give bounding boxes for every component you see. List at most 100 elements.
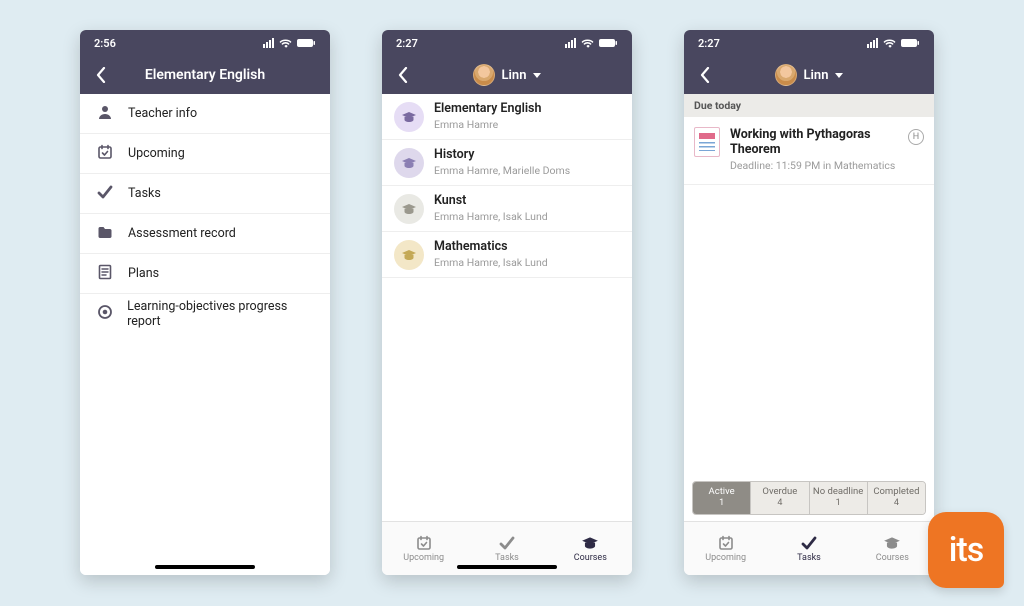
page-title: Elementary English xyxy=(80,67,330,83)
check-icon xyxy=(94,184,116,204)
calendar-icon xyxy=(415,535,433,551)
chevron-down-icon xyxy=(533,73,541,78)
menu-item-assessment[interactable]: Assessment record xyxy=(80,214,330,254)
menu-item-label: Assessment record xyxy=(128,226,236,241)
target-icon xyxy=(94,304,115,324)
section-due-today: Due today xyxy=(684,94,934,117)
course-menu: Teacher info Upcoming Tasks Assessment r… xyxy=(80,94,330,575)
menu-item-label: Plans xyxy=(128,266,159,281)
signal-icon xyxy=(564,38,577,48)
task-badge: H xyxy=(908,129,924,145)
cap-icon xyxy=(394,102,424,132)
back-button[interactable] xyxy=(88,62,114,88)
course-title: Mathematics xyxy=(434,240,548,254)
menu-item-label: Learning-objectives progress report xyxy=(127,299,316,329)
menu-item-teacher-info[interactable]: Teacher info xyxy=(80,94,330,134)
profile-name: Linn xyxy=(502,68,527,83)
user-icon xyxy=(94,104,116,124)
document-icon xyxy=(694,127,720,157)
course-title: Elementary English xyxy=(434,102,541,116)
tab-upcoming[interactable]: Upcoming xyxy=(684,522,767,575)
menu-item-tasks[interactable]: Tasks xyxy=(80,174,330,214)
status-icons xyxy=(866,38,920,48)
tab-courses[interactable]: Courses xyxy=(549,522,632,575)
segment-count: 4 xyxy=(868,498,925,508)
chevron-down-icon xyxy=(835,73,843,78)
calendar-icon xyxy=(94,144,116,164)
menu-item-label: Teacher info xyxy=(128,106,197,121)
tab-label: Tasks xyxy=(495,553,519,563)
tab-label: Tasks xyxy=(797,553,821,563)
profile-name: Linn xyxy=(804,68,829,83)
courses-list: Elementary English Emma Hamre History Em… xyxy=(382,94,632,278)
battery-icon xyxy=(900,38,920,48)
cap-icon xyxy=(883,535,901,551)
check-icon xyxy=(498,535,516,551)
tab-label: Upcoming xyxy=(705,553,746,563)
calendar-icon xyxy=(717,535,735,551)
status-bar: 2:56 xyxy=(80,30,330,56)
tab-courses[interactable]: Courses xyxy=(851,522,934,575)
tab-tasks[interactable]: Tasks xyxy=(767,522,850,575)
avatar xyxy=(775,64,797,86)
segment-nodeadline[interactable]: No deadline 1 xyxy=(810,482,868,514)
course-row[interactable]: Elementary English Emma Hamre xyxy=(382,94,632,140)
segment-label: Completed xyxy=(868,487,925,498)
profile-switcher[interactable]: Linn xyxy=(382,64,632,86)
course-row[interactable]: Mathematics Emma Hamre, Isak Lund xyxy=(382,232,632,278)
logo-text: its xyxy=(949,530,984,570)
task-title: Working with Pythagoras Theorem xyxy=(730,127,898,157)
phone-courses-list: 2:27 Linn Elementary English E xyxy=(382,30,632,575)
status-icons xyxy=(262,38,316,48)
home-indicator[interactable] xyxy=(457,565,557,569)
header: Linn xyxy=(382,56,632,94)
phone-tasks: 2:27 Linn Due today Working with Pythago… xyxy=(684,30,934,575)
course-teachers: Emma Hamre xyxy=(434,119,541,131)
menu-item-plans[interactable]: Plans xyxy=(80,254,330,294)
tab-bar: Upcoming Tasks Courses xyxy=(684,521,934,575)
segment-count: 1 xyxy=(810,498,867,508)
menu-item-objectives[interactable]: Learning-objectives progress report xyxy=(80,294,330,334)
status-bar: 2:27 xyxy=(382,30,632,56)
home-indicator[interactable] xyxy=(155,565,255,569)
course-title: History xyxy=(434,148,570,162)
course-row[interactable]: History Emma Hamre, Marielle Doms xyxy=(382,140,632,186)
menu-item-label: Tasks xyxy=(128,186,161,201)
segment-label: Active xyxy=(693,487,750,498)
status-icons xyxy=(564,38,618,48)
avatar xyxy=(473,64,495,86)
signal-icon xyxy=(866,38,879,48)
chevron-left-icon xyxy=(96,67,106,83)
status-time: 2:27 xyxy=(396,37,418,50)
task-deadline: Deadline: 11:59 PM in Mathematics xyxy=(730,159,898,172)
header: Elementary English xyxy=(80,56,330,94)
course-teachers: Emma Hamre, Isak Lund xyxy=(434,211,548,223)
profile-switcher[interactable]: Linn xyxy=(684,64,934,86)
task-row[interactable]: Working with Pythagoras Theorem Deadline… xyxy=(684,117,934,185)
status-bar: 2:27 xyxy=(684,30,934,56)
task-filter-segmented: Active 1 Overdue 4 No deadline 1 Complet… xyxy=(692,481,926,515)
status-time: 2:27 xyxy=(698,37,720,50)
segment-count: 1 xyxy=(693,498,750,508)
its-logo: its xyxy=(928,512,1004,588)
signal-icon xyxy=(262,38,275,48)
segment-label: No deadline xyxy=(810,487,867,498)
wifi-icon xyxy=(883,38,896,48)
check-icon xyxy=(800,535,818,551)
segment-label: Overdue xyxy=(751,487,808,498)
tab-label: Upcoming xyxy=(403,553,444,563)
course-row[interactable]: Kunst Emma Hamre, Isak Lund xyxy=(382,186,632,232)
folder-icon xyxy=(94,224,116,244)
tab-upcoming[interactable]: Upcoming xyxy=(382,522,465,575)
wifi-icon xyxy=(581,38,594,48)
course-title: Kunst xyxy=(434,194,548,208)
battery-icon xyxy=(598,38,618,48)
cap-icon xyxy=(581,535,599,551)
segment-active[interactable]: Active 1 xyxy=(693,482,751,514)
header: Linn xyxy=(684,56,934,94)
course-teachers: Emma Hamre, Marielle Doms xyxy=(434,165,570,177)
menu-item-upcoming[interactable]: Upcoming xyxy=(80,134,330,174)
segment-overdue[interactable]: Overdue 4 xyxy=(751,482,809,514)
segment-completed[interactable]: Completed 4 xyxy=(868,482,925,514)
cap-icon xyxy=(394,148,424,178)
